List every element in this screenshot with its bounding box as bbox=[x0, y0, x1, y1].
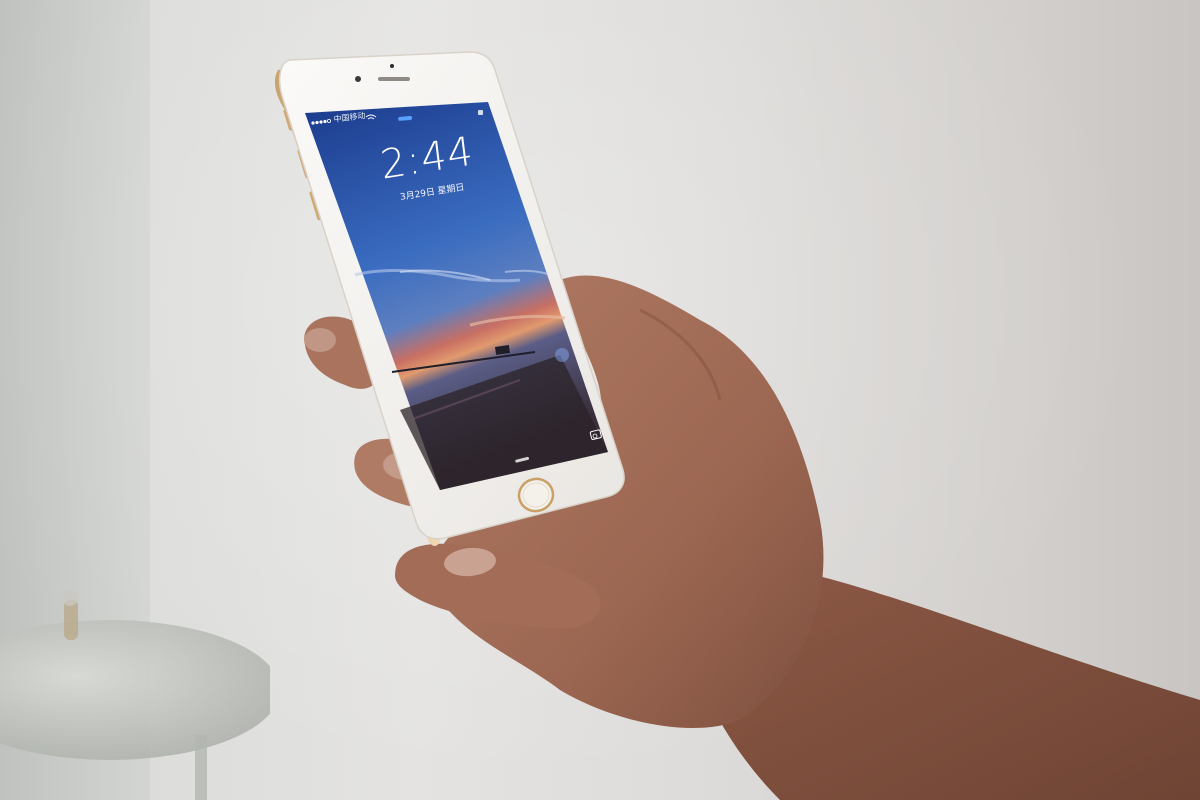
photo-scene: 中国移动 2:44 3月29日 星期日 bbox=[0, 0, 1200, 800]
front-camera bbox=[355, 76, 361, 82]
proximity-sensor bbox=[390, 64, 394, 68]
smartphone bbox=[274, 51, 625, 546]
earpiece bbox=[378, 77, 410, 81]
